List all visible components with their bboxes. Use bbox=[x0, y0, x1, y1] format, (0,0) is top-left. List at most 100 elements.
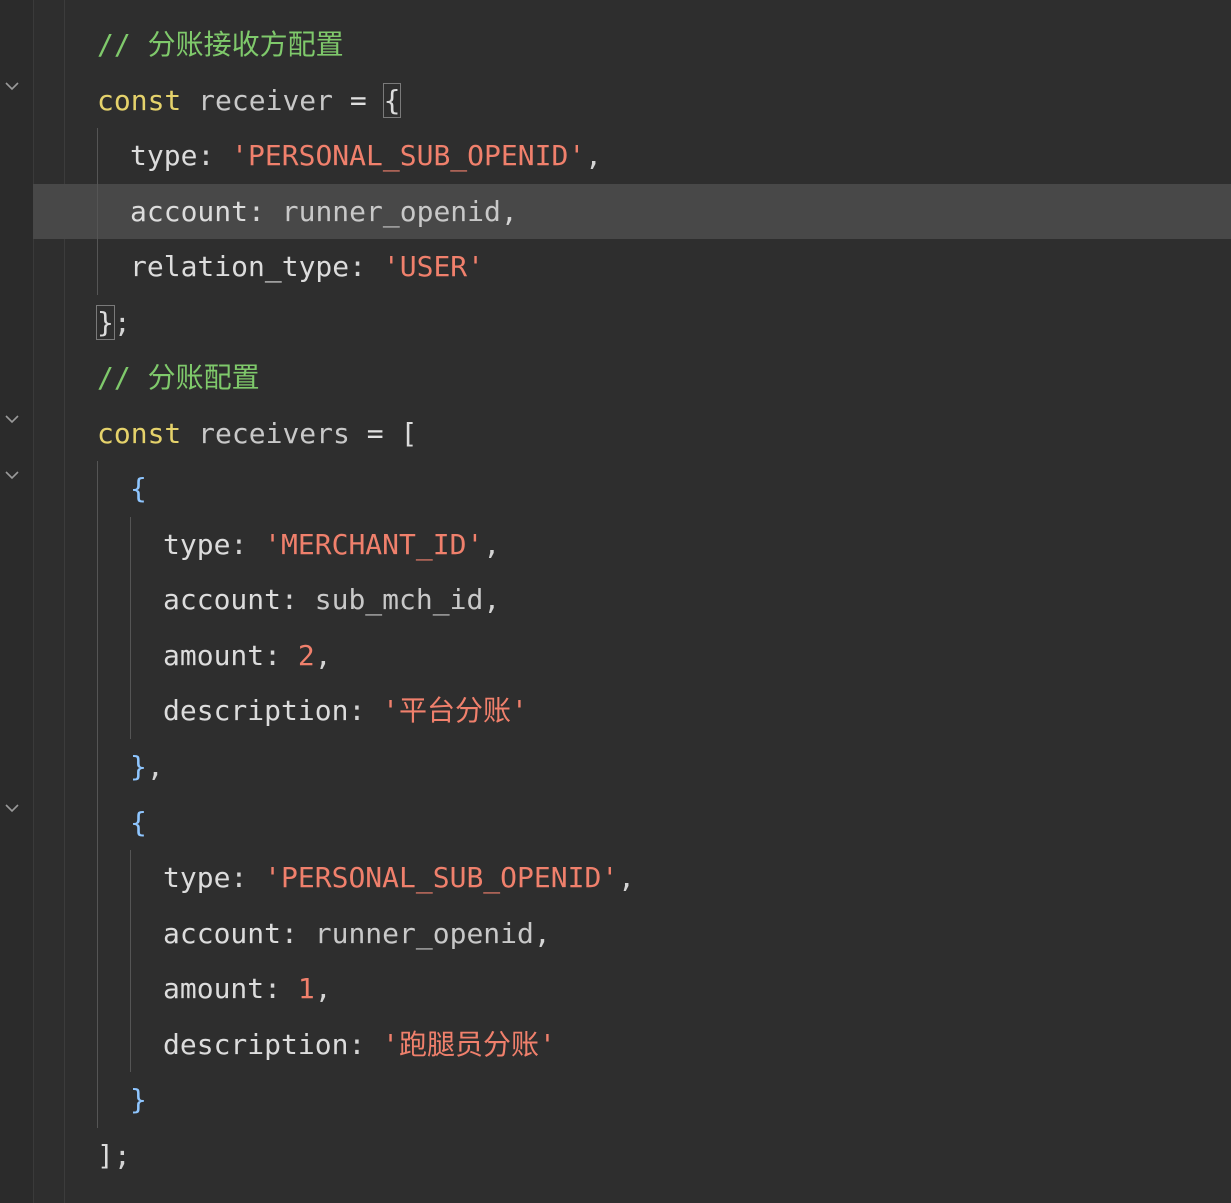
string-value: MERCHANT_ID bbox=[281, 528, 467, 561]
indent-guide bbox=[97, 461, 98, 1128]
identifier-value: runner_openid bbox=[314, 917, 534, 950]
comma: , bbox=[314, 639, 332, 672]
code-line[interactable]: }, bbox=[33, 739, 1231, 794]
code-text: type: 'PERSONAL_SUB_OPENID', bbox=[163, 850, 635, 905]
code-text: amount: 1, bbox=[163, 961, 332, 1016]
colon: : bbox=[348, 694, 366, 727]
comma: , bbox=[618, 861, 636, 894]
quote: ' bbox=[539, 1028, 556, 1061]
code-text: account: sub_mch_id, bbox=[163, 572, 500, 627]
code-text: relation_type: 'USER' bbox=[130, 239, 484, 294]
quote: ' bbox=[264, 861, 282, 894]
editor-gutter bbox=[0, 0, 34, 1203]
code-line-active[interactable]: account: runner_openid, bbox=[33, 184, 1231, 239]
code-line[interactable]: description: '平台分账' bbox=[33, 683, 1231, 738]
string-value: PERSONAL_SUB_OPENID bbox=[281, 861, 602, 894]
identifier-value: sub_mch_id bbox=[314, 583, 484, 616]
code-line[interactable]: { bbox=[33, 461, 1231, 516]
colon: : bbox=[197, 139, 215, 172]
keyword: const bbox=[97, 84, 182, 117]
quote: ' bbox=[467, 250, 485, 283]
comment: // 分账接收方配置 bbox=[97, 28, 344, 61]
code-line[interactable]: // 分账接收方配置 bbox=[33, 17, 1231, 72]
comment: // 分账配置 bbox=[97, 361, 260, 394]
code-line[interactable]: account: sub_mch_id, bbox=[33, 572, 1231, 627]
semicolon: ; bbox=[113, 1139, 131, 1172]
quote: ' bbox=[601, 861, 619, 894]
code-line[interactable]: }; bbox=[33, 295, 1231, 350]
string-value: PERSONAL_SUB_OPENID bbox=[248, 139, 569, 172]
code-line[interactable]: type: 'PERSONAL_SUB_OPENID', bbox=[33, 850, 1231, 905]
open-brace: { bbox=[130, 472, 147, 505]
close-brace: } bbox=[130, 750, 147, 783]
colon: : bbox=[264, 639, 282, 672]
code-line[interactable]: relation_type: 'USER' bbox=[33, 239, 1231, 294]
keyword: const bbox=[97, 417, 182, 450]
code-line[interactable]: { bbox=[33, 795, 1231, 850]
comma: , bbox=[483, 528, 501, 561]
close-brace: } bbox=[130, 1083, 147, 1116]
chevron-down-icon[interactable] bbox=[3, 410, 21, 428]
colon: : bbox=[281, 583, 298, 616]
comma: , bbox=[483, 583, 501, 616]
identifier-value: runner_openid bbox=[281, 195, 501, 228]
semicolon: ; bbox=[113, 306, 131, 339]
code-text: type: 'MERCHANT_ID', bbox=[163, 517, 500, 572]
code-line[interactable]: } bbox=[33, 1072, 1231, 1127]
code-text: ]; bbox=[97, 1128, 131, 1183]
comma: , bbox=[533, 917, 551, 950]
open-bracket: [ bbox=[400, 417, 418, 450]
code-line[interactable]: const receivers = [ bbox=[33, 406, 1231, 461]
code-editor[interactable]: // 分账接收方配置 const receiver = { type: 'PER… bbox=[0, 0, 1231, 1203]
code-line[interactable]: amount: 2, bbox=[33, 628, 1231, 683]
code-text: description: '平台分账' bbox=[163, 683, 528, 738]
property-key: amount bbox=[163, 972, 265, 1005]
property-key: relation_type bbox=[130, 250, 350, 283]
comma: , bbox=[585, 139, 603, 172]
string-value: USER bbox=[399, 250, 468, 283]
property-key: type bbox=[163, 528, 231, 561]
code-text: const receiver = { bbox=[97, 73, 402, 128]
code-line[interactable]: amount: 1, bbox=[33, 961, 1231, 1016]
variable-name: receivers bbox=[198, 417, 350, 450]
code-text: type: 'PERSONAL_SUB_OPENID', bbox=[130, 128, 602, 183]
number-value: 2 bbox=[297, 639, 315, 672]
comma: , bbox=[500, 195, 518, 228]
code-line[interactable]: const receiver = { bbox=[33, 73, 1231, 128]
chevron-down-icon[interactable] bbox=[3, 466, 21, 484]
code-line[interactable]: description: '跑腿员分账' bbox=[33, 1017, 1231, 1072]
operator: = bbox=[349, 84, 367, 117]
string-value: 跑腿员分账 bbox=[399, 1028, 540, 1061]
string-value: 平台分账 bbox=[399, 694, 512, 727]
code-line[interactable]: // 分账配置 bbox=[33, 350, 1231, 405]
property-key: type bbox=[163, 861, 231, 894]
colon: : bbox=[349, 250, 367, 283]
quote: ' bbox=[511, 694, 528, 727]
code-line[interactable]: account: runner_openid, bbox=[33, 906, 1231, 961]
code-line[interactable]: type: 'MERCHANT_ID', bbox=[33, 517, 1231, 572]
quote: ' bbox=[231, 139, 249, 172]
code-line[interactable]: ]; bbox=[33, 1128, 1231, 1183]
code-text: account: runner_openid, bbox=[163, 906, 551, 961]
quote: ' bbox=[264, 528, 282, 561]
colon: : bbox=[281, 917, 298, 950]
indent-guide bbox=[97, 128, 98, 295]
colon: : bbox=[348, 1028, 366, 1061]
close-brace: } bbox=[96, 305, 115, 340]
chevron-down-icon[interactable] bbox=[3, 799, 21, 817]
code-text: const receivers = [ bbox=[97, 406, 417, 461]
close-bracket: ] bbox=[97, 1139, 114, 1172]
property-key: account bbox=[163, 917, 282, 950]
code-line[interactable]: type: 'PERSONAL_SUB_OPENID', bbox=[33, 128, 1231, 183]
code-text: account: runner_openid, bbox=[130, 184, 518, 239]
quote: ' bbox=[466, 528, 484, 561]
open-brace: { bbox=[382, 83, 402, 118]
property-key: description bbox=[163, 1028, 349, 1061]
quote: ' bbox=[382, 694, 400, 727]
chevron-down-icon[interactable] bbox=[3, 77, 21, 95]
property-key: type bbox=[130, 139, 198, 172]
colon: : bbox=[230, 861, 248, 894]
comma: , bbox=[146, 750, 164, 783]
number-value: 1 bbox=[297, 972, 315, 1005]
code-text: }, bbox=[130, 739, 164, 794]
